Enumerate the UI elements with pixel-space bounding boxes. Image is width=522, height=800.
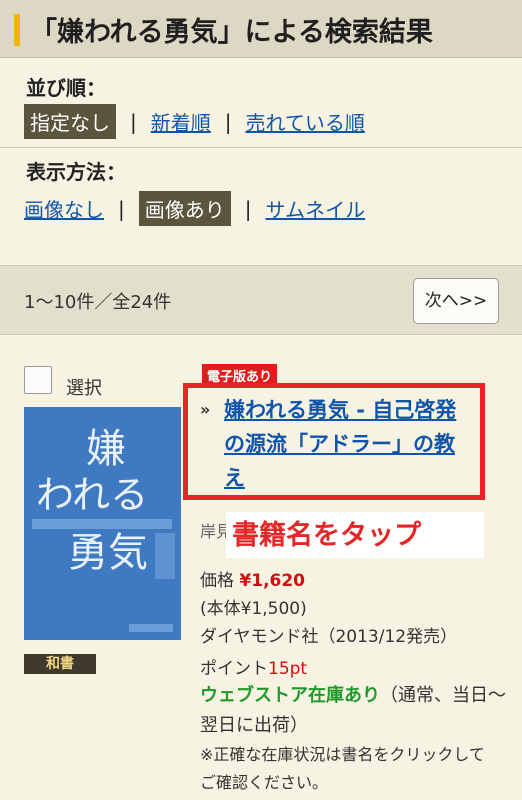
page-title: 「嫌われる勇気」による検索結果 [30,17,433,48]
chevron-right-icon: » [200,400,211,419]
sort-options: 指定なし | 新着順 | 売れている順 [24,104,365,139]
display-option-thumbnail[interactable]: サムネイル [266,194,366,223]
sort-option-newest[interactable]: 新着順 [151,107,211,136]
price-base: (本体¥1,500) [200,599,307,619]
pager-bar: 1〜10件／全24件 次へ>> [0,265,522,335]
price-label: 価格 [200,571,234,591]
stock-note: ※正確な在庫状況は書名をクリックしてご確認ください。 [200,745,485,792]
point-line: ポイント15pt [200,654,307,679]
cover-text-line: 勇気 [68,530,148,576]
display-options: 画像なし | 画像あり | サムネイル [24,191,365,226]
point-label: ポイント [200,659,268,679]
separator: | [244,196,252,221]
price-line: 価格 ¥1,620 [200,566,305,591]
cover-subtitle-strip [32,519,172,529]
sort-option-bestselling[interactable]: 売れている順 [246,107,365,136]
category-badge: 和書 [24,654,96,674]
select-checkbox[interactable] [24,366,52,394]
select-label: 選択 [66,378,102,399]
tap-annotation: 書籍名をタップ [232,520,421,551]
cover-text-line: われる [36,473,149,517]
book-cover-image[interactable]: 嫌 われる 勇気 [24,407,181,640]
display-option-no-image[interactable]: 画像なし [24,194,104,223]
header-accent-bar [14,14,20,46]
next-page-button[interactable]: 次へ>> [413,278,499,324]
stock-status: ウェブストア在庫あり [200,685,380,706]
price-value: ¥1,620 [239,571,306,591]
page-header: 「嫌われる勇気」による検索結果 [0,0,522,58]
separator: | [224,109,232,134]
cover-author-strip [155,533,175,579]
cover-text-line: 嫌 [86,426,126,472]
display-label: 表示方法： [26,160,126,184]
separator: | [118,196,125,221]
display-option-with-image[interactable]: 画像あり [138,191,231,226]
result-count: 1〜10件／全24件 [24,292,172,313]
cover-publisher-strip [129,624,173,632]
book-title: » 嫌われる勇気 - 自己啓発の源流「アドラー」の教え [200,393,470,495]
point-value: 15pt [268,659,308,679]
divider [0,147,522,148]
book-title-link[interactable]: 嫌われる勇気 - 自己啓発の源流「アドラー」の教え [200,393,470,495]
separator: | [130,109,137,134]
publisher-info: ダイヤモンド社（2013/12発売） [200,627,458,647]
sort-option-none[interactable]: 指定なし [24,104,116,139]
stock-info: ウェブストア在庫あり（通常、当日〜翌日に出荷） [200,681,510,741]
sort-label: 並び順： [26,76,106,100]
